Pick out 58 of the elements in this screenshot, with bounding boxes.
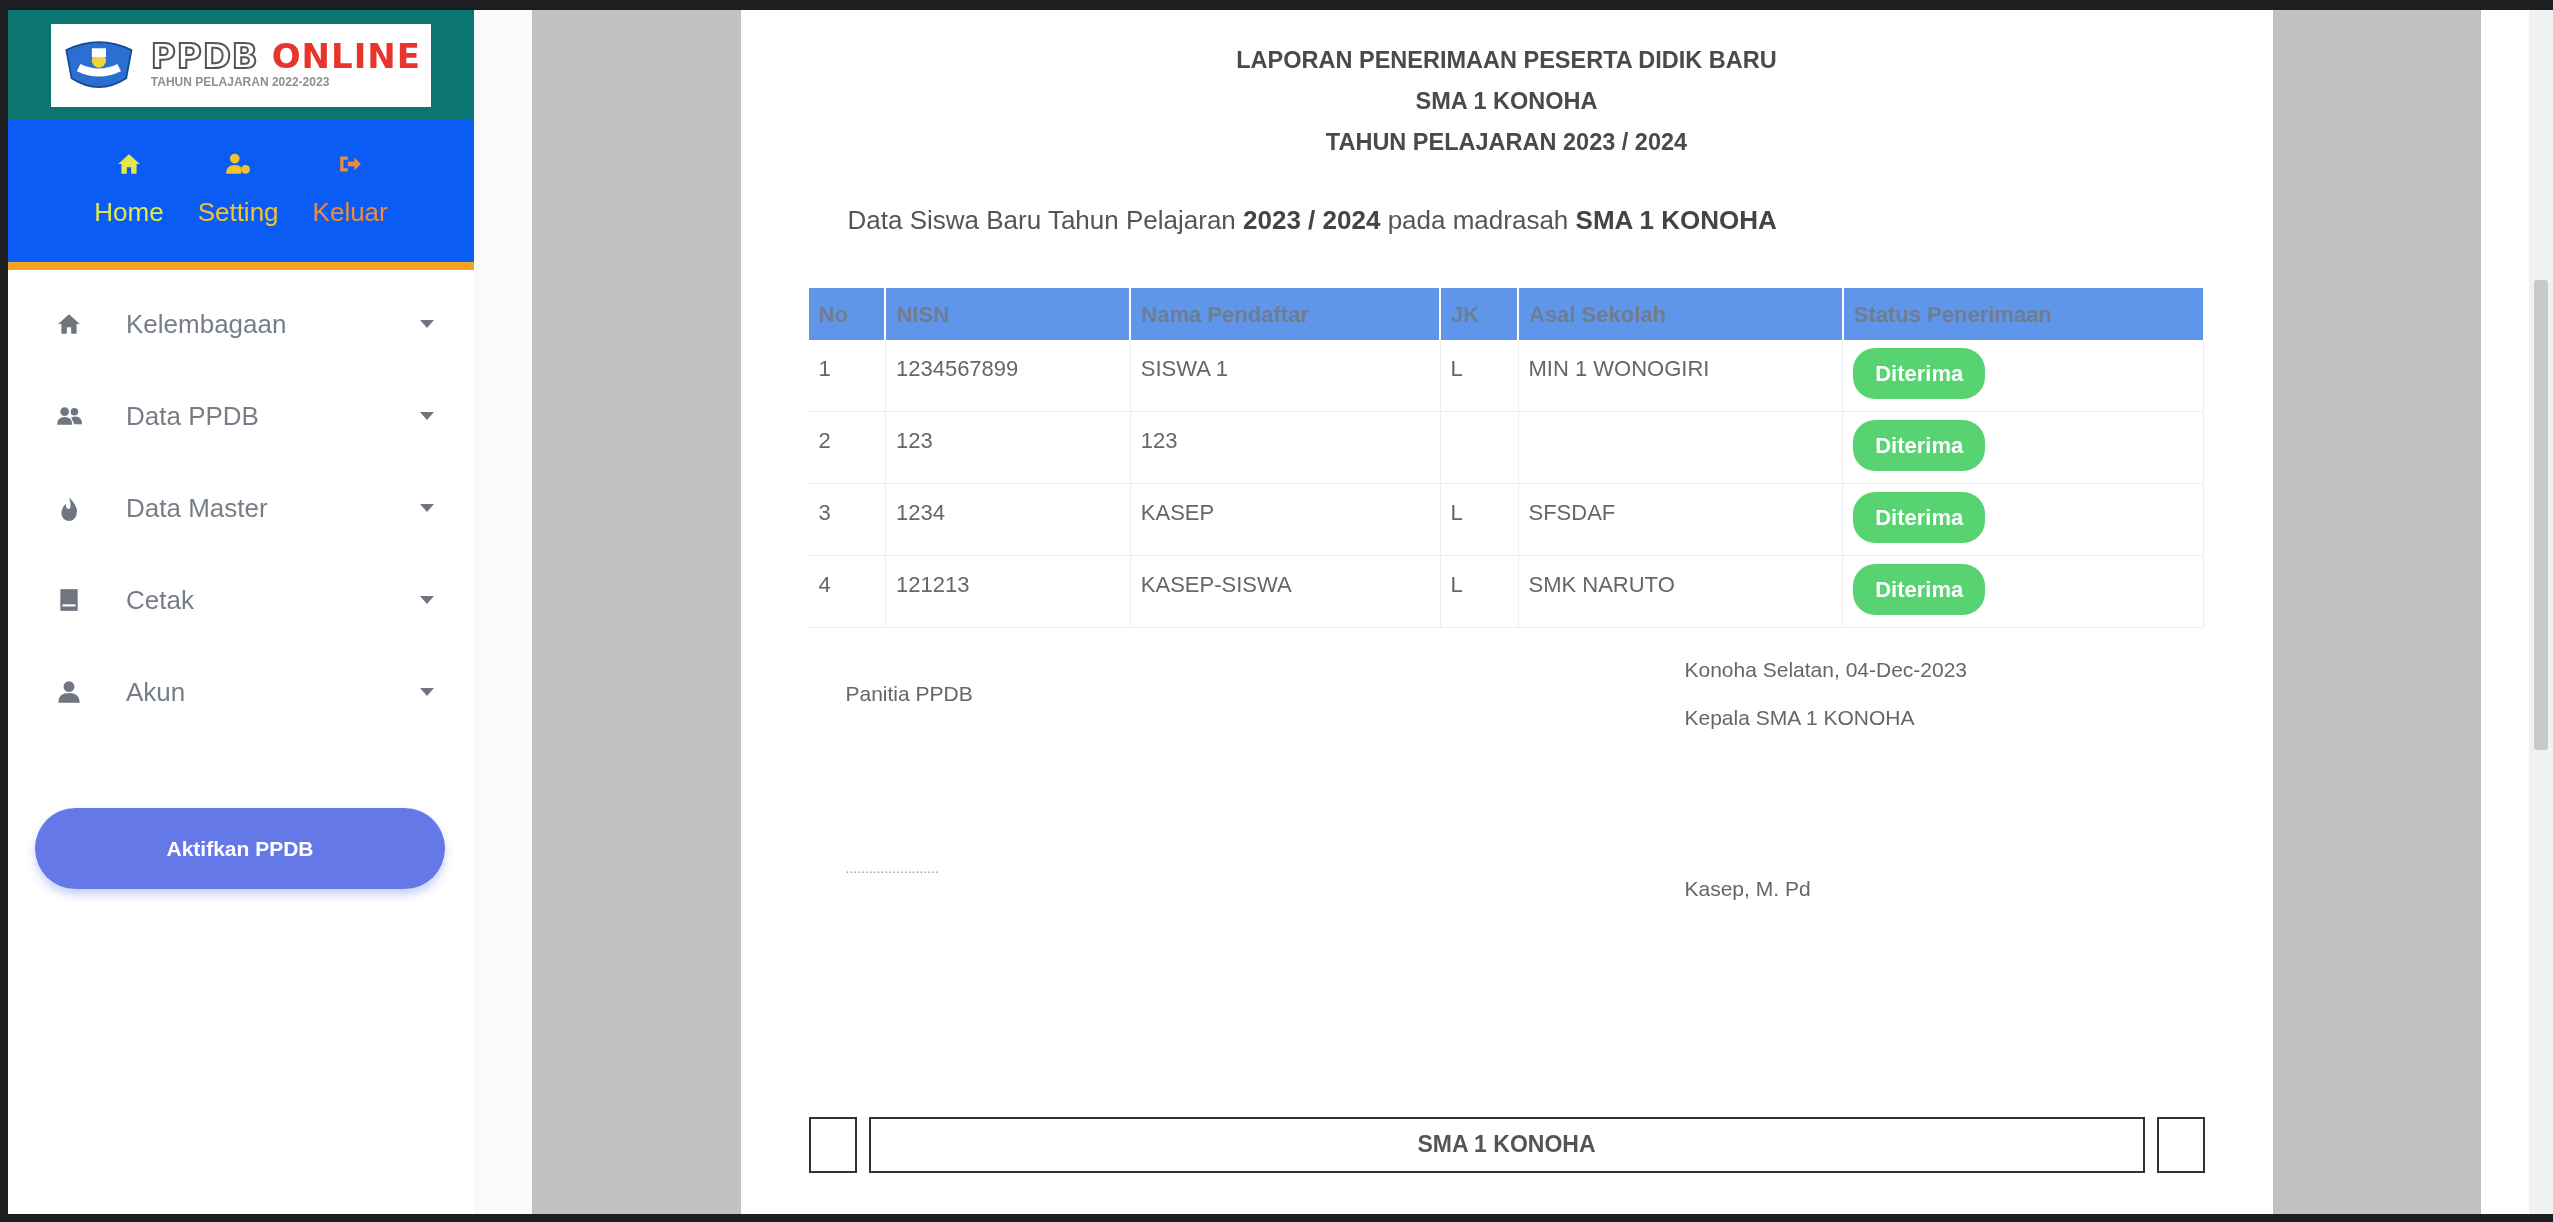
table-cell: MIN 1 WONOGIRI bbox=[1518, 340, 1843, 412]
table-cell: 123 bbox=[885, 411, 1131, 484]
footer-box bbox=[808, 1116, 857, 1173]
signature-role: Kepala SMA 1 KONOHA bbox=[1684, 704, 1916, 731]
table-cell: L bbox=[1440, 555, 1518, 628]
nav-link[interactable]: Setting bbox=[197, 192, 279, 232]
report-title: TAHUN PELAJARAN 2023 / 2024 bbox=[1324, 128, 1689, 157]
signature-place-date: Konoha Selatan, 04-Dec-2023 bbox=[1684, 657, 1968, 683]
column-header: Nama Pendaftar bbox=[1130, 288, 1441, 340]
column-header: JK bbox=[1440, 288, 1518, 340]
nav-link[interactable]: Keluar bbox=[312, 192, 388, 232]
status-badge: Diterima bbox=[1853, 348, 1986, 399]
table-cell: KASEP-SISWA bbox=[1130, 555, 1441, 628]
caret-icon bbox=[420, 504, 434, 512]
sidebar-item[interactable]: Kelembagaan bbox=[8, 278, 474, 370]
table-cell: 1234567899 bbox=[885, 340, 1131, 412]
table-cell: 123 bbox=[1130, 411, 1441, 484]
activate-button[interactable]: Aktifkan PPDB bbox=[35, 808, 445, 889]
report-title: LAPORAN PENERIMAAN PESERTA DIDIK BARU bbox=[1235, 46, 1778, 75]
report-title: SMA 1 KONOHA bbox=[1414, 87, 1599, 116]
column-header: Status Penerimaan bbox=[1842, 288, 2204, 340]
table-cell: KASEP bbox=[1130, 483, 1441, 556]
user-icon bbox=[56, 679, 82, 705]
sidebar-item[interactable]: Akun bbox=[8, 646, 474, 738]
caret-icon bbox=[420, 412, 434, 420]
intro-text: Data Siswa Baru Tahun Pelajaran 2023 / 2024 pada madrasah SMA 1 KONOHA bbox=[847, 204, 1778, 237]
status-badge: Diterima bbox=[1853, 492, 1986, 543]
logo-subtitle: TAHUN PELAJARAN 2022-2023 bbox=[150, 74, 331, 91]
scrollbar[interactable] bbox=[2529, 10, 2553, 1214]
table-cell: 1234 bbox=[885, 483, 1131, 556]
table-cell: 4 bbox=[808, 555, 886, 628]
signature-role: Panitia PPDB bbox=[845, 681, 974, 707]
sidebar-item[interactable]: Data Master bbox=[8, 462, 474, 554]
table-cell: 2 bbox=[808, 411, 886, 484]
signature-line: ........................ bbox=[845, 858, 940, 878]
caret-icon bbox=[420, 320, 434, 328]
caret-icon bbox=[420, 596, 434, 604]
table-cell: 1 bbox=[808, 340, 886, 412]
column-header: NISN bbox=[885, 288, 1131, 340]
table-cell: L bbox=[1440, 340, 1518, 412]
status-badge: Diterima bbox=[1853, 564, 1986, 615]
logo-title: PPDB ONLINE bbox=[150, 39, 421, 73]
sidebar-item[interactable]: Data PPDB bbox=[8, 370, 474, 462]
signature-name: Kasep, M. Pd bbox=[1684, 876, 1812, 902]
table-cell: L bbox=[1440, 483, 1518, 556]
sidebar-item[interactable]: Cetak bbox=[8, 554, 474, 646]
footer-box bbox=[2156, 1116, 2205, 1173]
caret-icon bbox=[420, 688, 434, 696]
table-cell: 121213 bbox=[885, 555, 1131, 628]
column-header: No bbox=[808, 288, 886, 340]
column-header: Asal Sekolah bbox=[1518, 288, 1843, 340]
table-cell: SFSDAF bbox=[1518, 483, 1843, 556]
table-cell: SISWA 1 bbox=[1130, 340, 1441, 412]
table-cell: SMK NARUTO bbox=[1518, 555, 1843, 628]
table-cell: 3 bbox=[808, 483, 886, 556]
footer-title: SMA 1 KONOHA bbox=[868, 1116, 2145, 1173]
status-badge: Diterima bbox=[1853, 420, 1986, 471]
nav-link[interactable]: Home bbox=[94, 192, 164, 232]
